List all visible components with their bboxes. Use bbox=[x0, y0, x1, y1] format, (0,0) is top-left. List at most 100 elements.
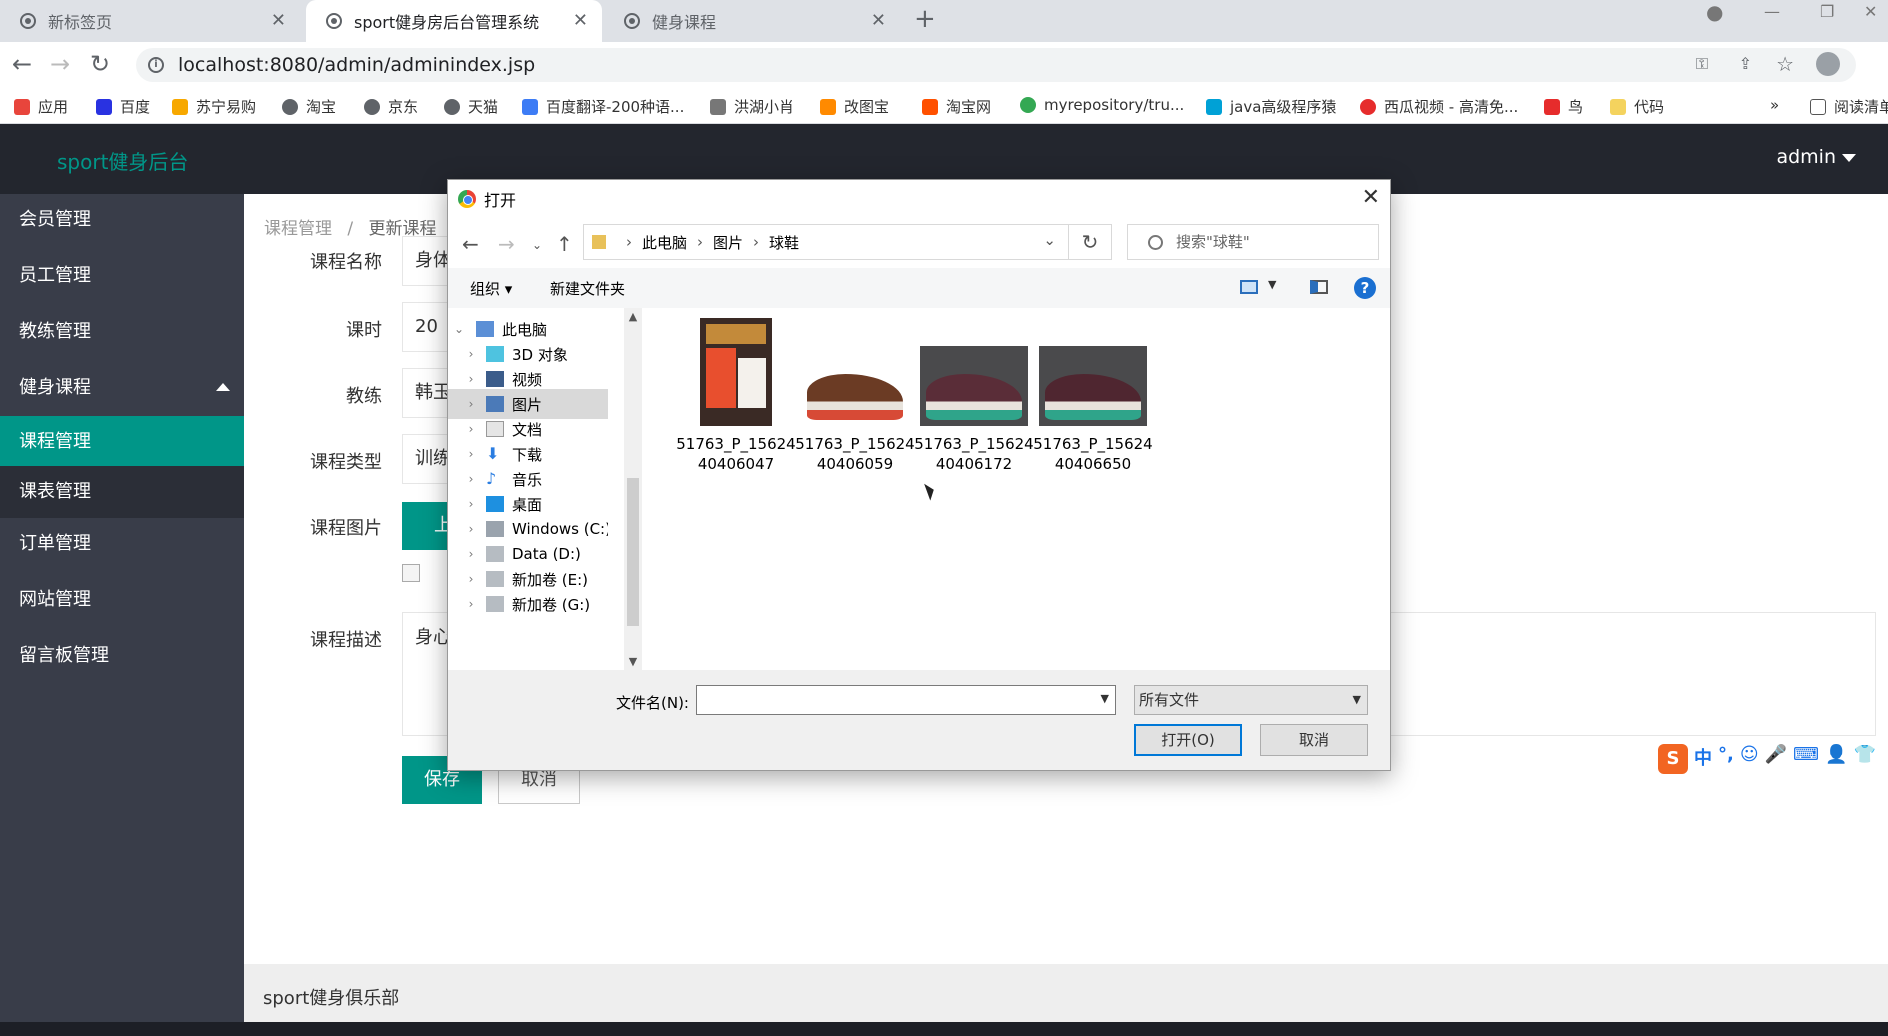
chrome-icon bbox=[458, 190, 476, 208]
dialog-close-icon[interactable]: ✕ bbox=[1362, 185, 1380, 210]
chevron-down-icon: ▼ bbox=[1352, 693, 1361, 706]
bookmark-java[interactable]: java高级程序猿 bbox=[1206, 96, 1336, 117]
tree-item-drive-g[interactable]: › 新加卷 (G:) bbox=[464, 589, 608, 619]
restore-icon[interactable]: ❐ bbox=[1820, 2, 1834, 30]
bookmark-taobao-net[interactable]: 淘宝网 bbox=[922, 96, 991, 117]
scrollbar-thumb[interactable] bbox=[627, 478, 639, 626]
file-item[interactable]: 51763_P_15624 40406059 bbox=[787, 318, 923, 474]
dialog-search-input[interactable]: 搜索"球鞋" bbox=[1127, 224, 1379, 260]
sidebar-item-orders[interactable]: 订单管理 bbox=[0, 518, 244, 570]
dialog-up-icon[interactable]: ↑ bbox=[556, 232, 573, 256]
key-icon[interactable]: ⚿ bbox=[1696, 54, 1708, 74]
bookmark-suning[interactable]: 苏宁易购 bbox=[172, 96, 256, 117]
share-icon[interactable]: ⇪ bbox=[1739, 54, 1752, 73]
chevron-down-icon[interactable]: ⌄ bbox=[1043, 231, 1056, 249]
address-bar[interactable]: i localhost:8080/admin/adminindex.jsp ⚿ … bbox=[136, 48, 1856, 82]
dialog-refresh-icon[interactable]: ↻ bbox=[1068, 224, 1112, 260]
path-segment[interactable]: 图片 bbox=[713, 232, 743, 253]
ime-mode-toggle[interactable]: 中 bbox=[1694, 744, 1712, 774]
preview-pane-icon[interactable] bbox=[1310, 280, 1328, 294]
bookmark-baidu-translate[interactable]: 百度翻译-200种语... bbox=[522, 96, 684, 117]
bookmark-tmall[interactable]: 天猫 bbox=[444, 96, 498, 117]
info-icon[interactable]: i bbox=[148, 57, 164, 73]
scroll-up-icon[interactable]: ▲ bbox=[624, 310, 642, 323]
chevron-down-icon[interactable]: ⌄ bbox=[452, 322, 466, 336]
scroll-down-icon[interactable]: ▼ bbox=[624, 655, 642, 668]
sidebar-item-schedule[interactable]: 课表管理 bbox=[0, 466, 244, 518]
sidebar-item-coaches[interactable]: 教练管理 bbox=[0, 306, 244, 358]
reload-icon[interactable]: ↻ bbox=[90, 50, 110, 78]
view-mode-icon[interactable] bbox=[1240, 280, 1258, 294]
user-menu[interactable]: admin bbox=[1776, 146, 1856, 168]
tab-admin-system[interactable]: sport健身房后台管理系统 ✕ bbox=[306, 0, 602, 42]
dialog-back-icon[interactable]: ← bbox=[462, 232, 479, 256]
keyboard-icon[interactable]: ⌨ bbox=[1793, 744, 1819, 774]
emoji-icon[interactable]: ☺ bbox=[1740, 744, 1759, 774]
bookmark-taobao[interactable]: 淘宝 bbox=[282, 96, 336, 117]
recent-locations-icon[interactable]: ⌄ bbox=[532, 238, 542, 252]
file-item[interactable]: 51763_P_15624 40406172 bbox=[906, 318, 1042, 474]
open-button[interactable]: 打开(O) bbox=[1134, 724, 1242, 756]
chevron-up-icon bbox=[216, 383, 230, 391]
new-folder-button[interactable]: 新建文件夹 bbox=[550, 278, 625, 299]
path-segment[interactable]: 此电脑 bbox=[642, 232, 687, 253]
bookmark-apps[interactable]: 应用 bbox=[14, 96, 68, 117]
bookmarks-bar: 应用 百度 苏宁易购 淘宝 京东 天猫 百度翻译-200种语... 洪湖小肖 改… bbox=[0, 88, 1888, 124]
browser-toolbar: ← → ↻ i localhost:8080/admin/adminindex.… bbox=[0, 42, 1888, 88]
avatar[interactable] bbox=[1816, 52, 1840, 76]
bookmark-xigua[interactable]: 西瓜视频 - 高清免... bbox=[1360, 96, 1518, 117]
course-image-label: 课程图片 bbox=[310, 518, 382, 539]
bookmark-baidu[interactable]: 百度 bbox=[96, 96, 150, 117]
file-thumbnail bbox=[682, 318, 790, 426]
reading-list[interactable]: 阅读清单 bbox=[1810, 96, 1888, 117]
path-segment[interactable]: 球鞋 bbox=[769, 232, 799, 253]
bookmark-honghu[interactable]: 洪湖小肖 bbox=[710, 96, 794, 117]
drive-icon bbox=[486, 571, 504, 587]
chevron-down-icon[interactable]: ▼ bbox=[1268, 278, 1276, 291]
tab-fitness-course[interactable]: 健身课程 ✕ bbox=[604, 0, 900, 42]
bookmarks-more[interactable]: » bbox=[1770, 96, 1779, 114]
sidebar-item-members[interactable]: 会员管理 bbox=[0, 194, 244, 246]
sidebar-item-staff[interactable]: 员工管理 bbox=[0, 250, 244, 302]
file-item[interactable]: 51763_P_15624 40406047 bbox=[668, 318, 804, 474]
back-icon[interactable]: ← bbox=[12, 50, 32, 78]
filetype-select[interactable]: 所有文件 ▼ bbox=[1134, 685, 1368, 715]
minimize-icon[interactable]: — bbox=[1764, 2, 1780, 30]
profile-dropdown-icon[interactable]: ● bbox=[1706, 0, 1723, 28]
sidebar-item-course-management[interactable]: 课程管理 bbox=[0, 416, 244, 468]
microphone-icon[interactable]: 🎤 bbox=[1765, 744, 1787, 774]
dialog-path-bar[interactable]: › 此电脑 › 图片 › 球鞋 ⌄ bbox=[583, 224, 1069, 260]
ime-punctuation-toggle[interactable]: °, bbox=[1718, 744, 1734, 774]
bookmark-gaitubao[interactable]: 改图宝 bbox=[820, 96, 889, 117]
tab-new-tab[interactable]: 新标签页 ✕ bbox=[0, 0, 300, 42]
brand-logo[interactable]: sport健身后台 bbox=[57, 146, 188, 175]
tree-scrollbar[interactable]: ▲ ▼ bbox=[624, 308, 642, 670]
close-icon[interactable]: ✕ bbox=[271, 10, 286, 31]
sidebar-item-messages[interactable]: 留言板管理 bbox=[0, 630, 244, 682]
filename-input[interactable]: ▼ bbox=[696, 685, 1116, 715]
course-desc-label: 课程描述 bbox=[310, 630, 382, 651]
sogou-logo-icon[interactable]: S bbox=[1658, 744, 1688, 774]
dialog-forward-icon[interactable]: → bbox=[498, 232, 515, 256]
user-icon[interactable]: 👤 bbox=[1825, 744, 1847, 774]
sidebar-item-fitness-courses[interactable]: 健身课程 bbox=[0, 362, 244, 414]
star-icon[interactable]: ☆ bbox=[1776, 52, 1794, 76]
skin-icon[interactable]: 👕 bbox=[1853, 744, 1875, 774]
bookmark-jd[interactable]: 京东 bbox=[364, 96, 418, 117]
folder-icon bbox=[1610, 98, 1626, 115]
chevron-down-icon[interactable]: ▼ bbox=[1101, 692, 1109, 705]
dialog-cancel-button[interactable]: 取消 bbox=[1260, 724, 1368, 756]
bookmark-bird[interactable]: 鸟 bbox=[1544, 96, 1583, 117]
close-icon[interactable]: ✕ bbox=[573, 10, 588, 31]
help-icon[interactable]: ? bbox=[1354, 277, 1376, 299]
close-icon[interactable]: ✕ bbox=[871, 10, 886, 31]
organize-menu[interactable]: 组织 ▾ bbox=[470, 278, 512, 299]
bookmark-code[interactable]: 代码 bbox=[1610, 96, 1664, 117]
new-tab-button[interactable]: + bbox=[914, 4, 936, 34]
file-item[interactable]: 51763_P_15624 40406650 bbox=[1025, 318, 1161, 474]
forward-icon[interactable]: → bbox=[50, 50, 70, 78]
sidebar-item-website[interactable]: 网站管理 bbox=[0, 574, 244, 626]
breadcrumb-parent[interactable]: 课程管理 bbox=[264, 219, 332, 239]
close-window-icon[interactable]: ✕ bbox=[1864, 2, 1877, 30]
bookmark-myrepository[interactable]: myrepository/tru... bbox=[1020, 96, 1184, 114]
